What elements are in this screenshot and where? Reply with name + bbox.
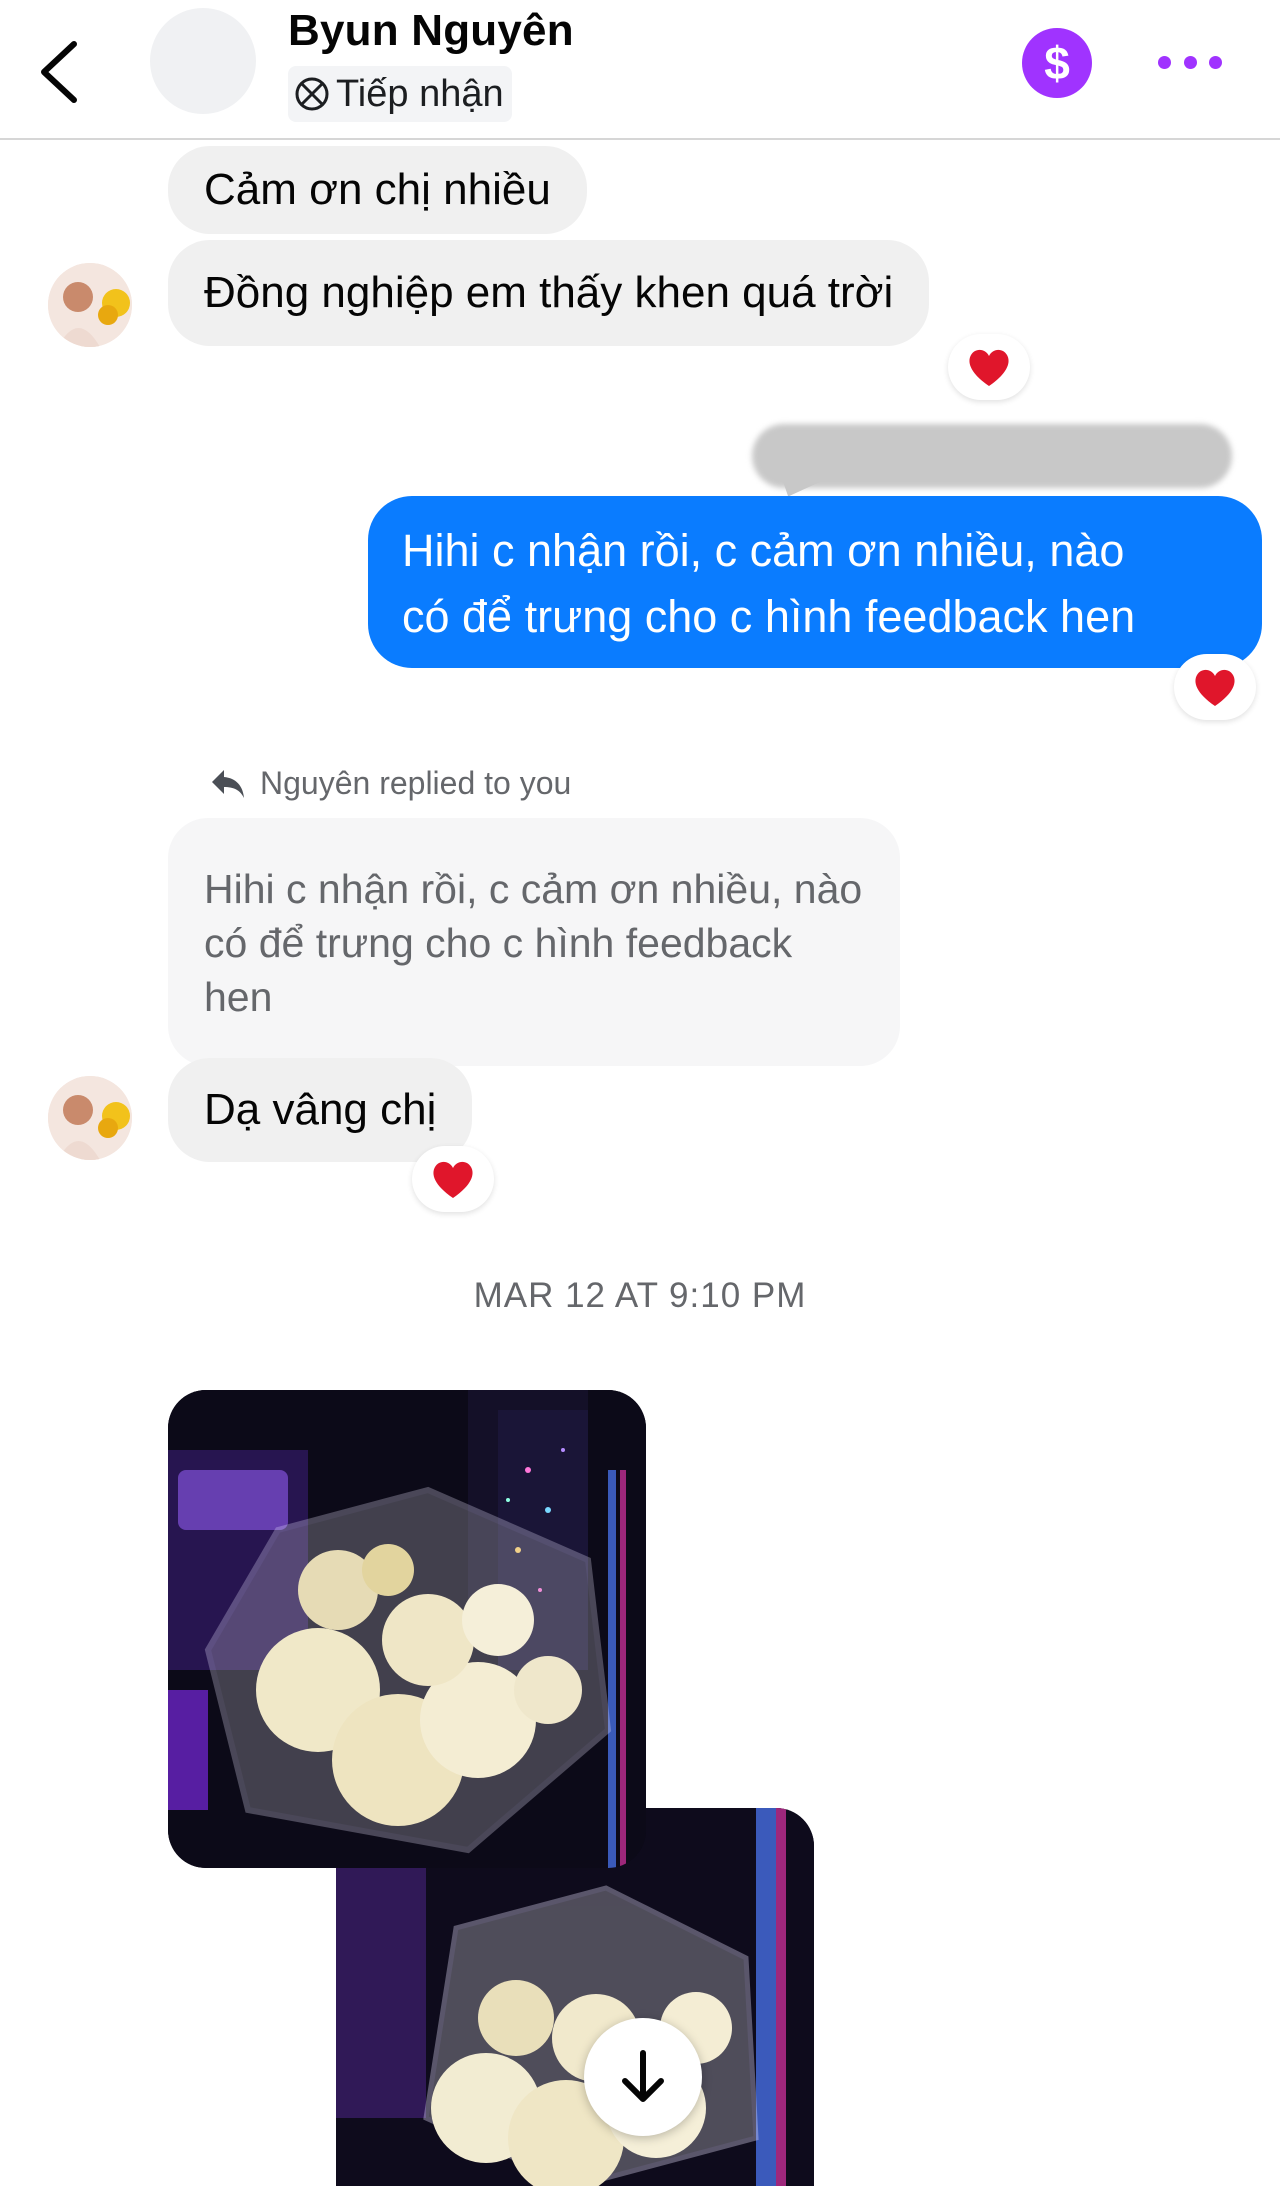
contact-name[interactable]: Byun Nguyên [288,6,574,56]
status-icon [295,77,329,111]
reply-arrow-icon [212,769,244,798]
message-bubble-outgoing[interactable]: Hihi c nhận rồi, c cảm ơn nhiều, nào có … [368,496,1262,668]
shared-photo[interactable] [168,1390,646,1868]
message-text-line: Hihi c nhận rồi, c cảm ơn nhiều, nào [402,525,1125,576]
heart-icon [433,1161,473,1198]
chevron-left-icon [41,41,77,103]
reaction-badge[interactable] [412,1146,494,1212]
quoted-message[interactable]: Hihi c nhận rồi, c cảm ơn nhiều, nào có … [168,818,900,1066]
status-chip[interactable]: Tiếp nhận [288,66,512,122]
message-bubble-incoming[interactable]: Dạ vâng chị [168,1058,473,1162]
more-options-button[interactable] [1158,38,1222,86]
back-button[interactable] [30,36,90,106]
message-bubble-incoming[interactable]: Đồng nghiệp em thấy khen quá trời [168,240,930,346]
payment-button[interactable]: $ [1022,28,1092,98]
sender-avatar[interactable] [48,263,132,347]
sender-avatar[interactable] [48,1076,132,1160]
photo-image [168,1390,646,1868]
heart-icon [969,349,1009,386]
message-bubble-incoming[interactable]: Cảm ơn chị nhiều [168,146,587,234]
sender-avatar-image [48,263,132,347]
chat-header: Byun Nguyên Tiếp nhận $ [0,0,1280,140]
status-text: Tiếp nhận [336,72,504,115]
dollar-icon: $ [1044,37,1070,89]
sender-avatar-image [48,1076,132,1160]
message-text-line: có để trưng cho c hình feedback hen [402,591,1136,642]
arrow-down-icon [622,2050,664,2102]
heart-icon [1195,669,1235,706]
more-dots-icon [1158,55,1171,69]
reply-indicator: Nguyên replied to you [210,765,571,802]
reaction-badge[interactable] [1174,654,1256,720]
reaction-badge[interactable] [948,334,1030,400]
scroll-to-bottom-button[interactable] [584,2018,702,2136]
reply-label-text: Nguyên replied to you [260,765,572,801]
message-timestamp: MAR 12 AT 9:10 PM [473,1276,807,1315]
contact-avatar[interactable] [150,8,256,114]
